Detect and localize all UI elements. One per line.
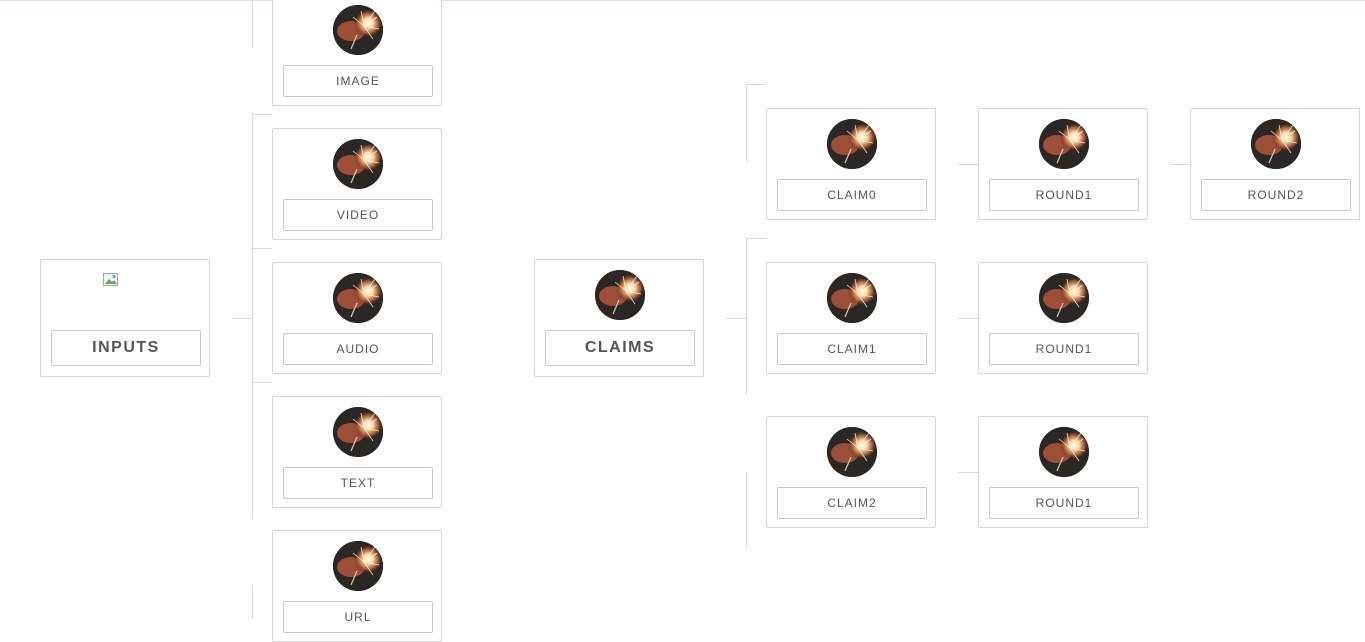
node-label: ROUND1 (989, 333, 1139, 365)
connector (958, 164, 978, 165)
connector (958, 472, 978, 473)
node-claim0[interactable]: CLAIM0 (766, 108, 936, 220)
connector (726, 318, 746, 319)
node-label: AUDIO (283, 333, 433, 365)
connector (746, 84, 747, 162)
node-label: CLAIM0 (777, 179, 927, 211)
connector (252, 382, 272, 383)
sparkler-photo-icon (1039, 273, 1089, 323)
node-label: VIDEO (283, 199, 433, 231)
sparkler-photo-icon (333, 407, 383, 457)
sparkler-photo-icon (333, 139, 383, 189)
sparkler-photo-icon (1039, 427, 1089, 477)
node-audio[interactable]: AUDIO (272, 262, 442, 374)
connector (252, 0, 253, 48)
sparkler-photo-icon (1039, 119, 1089, 169)
node-claim2[interactable]: CLAIM2 (766, 416, 936, 528)
node-claim1[interactable]: CLAIM1 (766, 262, 936, 374)
node-inputs[interactable]: INPUTS (40, 259, 210, 377)
connector (746, 238, 747, 395)
node-label: TEXT (283, 467, 433, 499)
node-claims[interactable]: CLAIMS (534, 259, 704, 377)
node-label: INPUTS (51, 330, 201, 366)
sparkler-photo-icon (333, 273, 383, 323)
top-rule (0, 0, 1365, 1)
sparkler-photo-icon (827, 119, 877, 169)
node-label: CLAIM1 (777, 333, 927, 365)
connector (252, 586, 253, 619)
node-label: URL (283, 601, 433, 633)
sparkler-photo-icon (1251, 119, 1301, 169)
node-claim2-round1[interactable]: ROUND1 (978, 416, 1148, 528)
connector (252, 114, 272, 115)
node-label: CLAIM2 (777, 487, 927, 519)
connector (1170, 164, 1190, 165)
sparkler-photo-icon (595, 270, 645, 320)
node-text[interactable]: TEXT (272, 396, 442, 508)
connector (958, 318, 978, 319)
connector (746, 84, 766, 85)
connector (252, 248, 272, 249)
node-label: IMAGE (283, 65, 433, 97)
connector (252, 114, 253, 519)
broken-image-icon (101, 270, 151, 320)
node-label: ROUND1 (989, 179, 1139, 211)
node-url[interactable]: URL (272, 530, 442, 642)
node-image[interactable]: IMAGE (272, 0, 442, 106)
node-claim1-round1[interactable]: ROUND1 (978, 262, 1148, 374)
node-label: ROUND2 (1201, 179, 1351, 211)
node-claim0-round2[interactable]: ROUND2 (1190, 108, 1360, 220)
node-claim0-round1[interactable]: ROUND1 (978, 108, 1148, 220)
sparkler-photo-icon (827, 427, 877, 477)
sparkler-photo-icon (333, 5, 383, 55)
sparkler-photo-icon (333, 541, 383, 591)
node-label: ROUND1 (989, 487, 1139, 519)
connector (746, 238, 766, 239)
connector (746, 472, 747, 549)
node-label: CLAIMS (545, 330, 695, 366)
node-video[interactable]: VIDEO (272, 128, 442, 240)
sparkler-photo-icon (827, 273, 877, 323)
connector (232, 318, 252, 319)
